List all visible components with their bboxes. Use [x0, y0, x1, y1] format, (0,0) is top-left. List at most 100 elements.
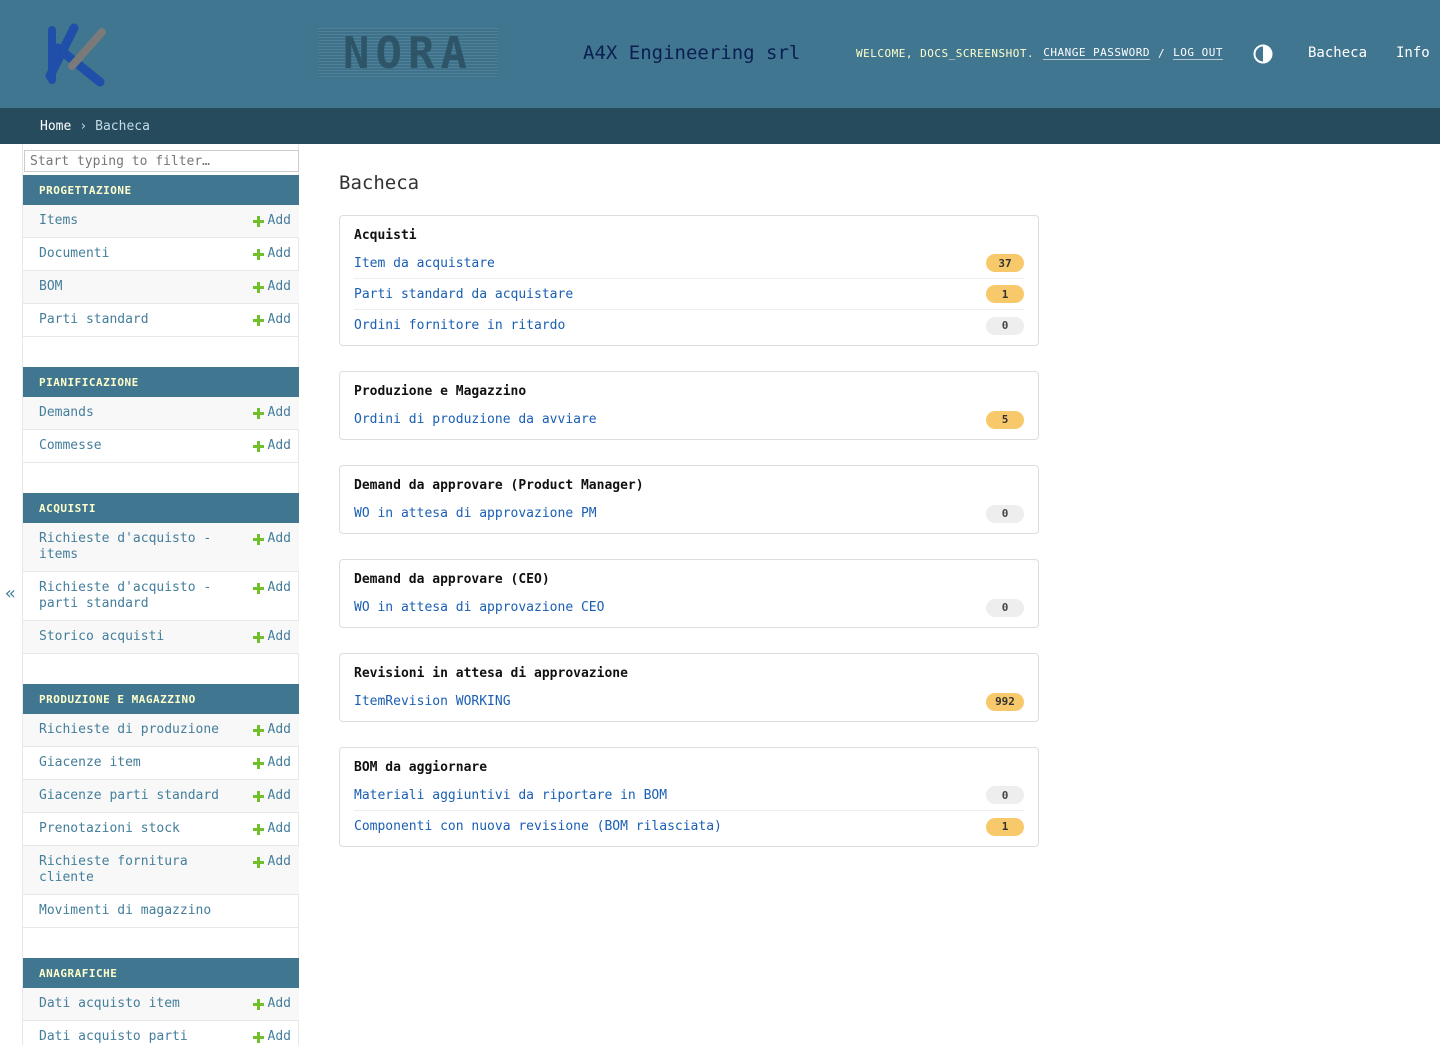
sidebar-item-parti-standard[interactable]: Parti standard Add	[23, 304, 299, 337]
sidebar-item-label[interactable]: Giacenze item	[39, 755, 141, 770]
welcome-text: WELCOME, DOCS_SCREENSHOT.	[856, 46, 1035, 60]
add-button[interactable]: Add	[252, 1029, 291, 1045]
add-label: Add	[267, 996, 291, 1011]
sidebar-item-prenotazioni-stock[interactable]: Prenotazioni stock Add	[23, 813, 299, 846]
plus-icon	[252, 631, 264, 643]
sidebar-item-richieste-acquisto-items[interactable]: Richieste d'acquisto - items Add	[23, 523, 299, 572]
module-title[interactable]: PIANIFICAZIONE	[23, 367, 299, 397]
theme-toggle-icon[interactable]	[1253, 44, 1273, 64]
dashboard-link[interactable]: WO in attesa di approvazione PM	[354, 506, 597, 521]
add-button[interactable]: Add	[252, 821, 291, 837]
nav-filter-input[interactable]	[24, 150, 299, 172]
add-button[interactable]: Add	[252, 246, 291, 262]
sidebar-item-label[interactable]: Richieste fornitura cliente	[39, 854, 188, 885]
module-title[interactable]: ANAGRAFICHE	[23, 958, 299, 988]
count-badge: 37	[986, 254, 1024, 272]
sidebar-item-label[interactable]: Parti standard	[39, 312, 149, 327]
sidebar-item-label[interactable]: Items	[39, 213, 78, 228]
nav-info[interactable]: Info	[1396, 45, 1430, 61]
dashboard-row[interactable]: WO in attesa di approvazione CEO 0	[354, 592, 1024, 623]
add-button[interactable]: Add	[252, 580, 291, 596]
module-title[interactable]: PROGETTAZIONE	[23, 175, 299, 205]
module-title[interactable]: PRODUZIONE E MAGAZZINO	[23, 684, 299, 714]
plus-icon	[252, 582, 264, 594]
dashboard-link[interactable]: Materiali aggiuntivi da riportare in BOM	[354, 788, 667, 803]
add-button[interactable]: Add	[252, 531, 291, 547]
sidebar-item-label[interactable]: Dati acquisto parti	[39, 1029, 188, 1044]
sidebar-item-storico-acquisti[interactable]: Storico acquisti Add	[23, 621, 299, 654]
collapse-sidebar-icon[interactable]: «	[5, 583, 16, 604]
sidebar-item-documenti[interactable]: Documenti Add	[23, 238, 299, 271]
dashboard-row[interactable]: Parti standard da acquistare 1	[354, 279, 1024, 310]
sidebar-item-bom[interactable]: BOM Add	[23, 271, 299, 304]
count-badge: 992	[986, 692, 1024, 711]
add-button[interactable]: Add	[252, 854, 291, 870]
add-button[interactable]: Add	[252, 279, 291, 295]
add-button[interactable]: Add	[252, 629, 291, 645]
dashboard-row[interactable]: WO in attesa di approvazione PM 0	[354, 498, 1024, 529]
count-badge: 0	[986, 504, 1024, 523]
plus-icon	[252, 248, 264, 260]
dashboard-link[interactable]: Parti standard da acquistare	[354, 287, 573, 302]
sidebar-item-label[interactable]: Demands	[39, 405, 94, 420]
dashboard-row[interactable]: ItemRevision WORKING 992	[354, 686, 1024, 717]
nav-bacheca[interactable]: Bacheca	[1308, 45, 1367, 61]
sidebar-item-label[interactable]: BOM	[39, 279, 62, 294]
sidebar-item-label[interactable]: Prenotazioni stock	[39, 821, 180, 836]
sidebar-item-dati-acquisto-parti[interactable]: Dati acquisto parti Add	[23, 1021, 299, 1045]
sidebar-item-giacenze-item[interactable]: Giacenze item Add	[23, 747, 299, 780]
sidebar-item-label[interactable]: Richieste d'acquisto - items	[39, 531, 211, 562]
dashboard-row[interactable]: Ordini di produzione da avviare 5	[354, 404, 1024, 435]
module-produzione-magazzino: PRODUZIONE E MAGAZZINO Richieste di prod…	[23, 684, 299, 928]
add-button[interactable]: Add	[252, 213, 291, 229]
dashboard-link[interactable]: ItemRevision WORKING	[354, 694, 511, 709]
add-button[interactable]: Add	[252, 312, 291, 328]
sidebar-item-richieste-acquisto-parti[interactable]: Richieste d'acquisto - parti standard Ad…	[23, 572, 299, 621]
dashboard-link[interactable]: WO in attesa di approvazione CEO	[354, 600, 604, 615]
add-button[interactable]: Add	[252, 722, 291, 738]
sidebar-item-movimenti-magazzino[interactable]: Movimenti di magazzino	[23, 895, 299, 928]
module-title[interactable]: ACQUISTI	[23, 493, 299, 523]
sidebar-item-label[interactable]: Documenti	[39, 246, 109, 261]
dashboard-link[interactable]: Ordini di produzione da avviare	[354, 412, 597, 427]
count-badge: 1	[986, 285, 1024, 303]
card-title: Acquisti	[354, 228, 417, 243]
change-password-link[interactable]: CHANGE PASSWORD	[1043, 46, 1151, 60]
add-label: Add	[267, 854, 291, 869]
sidebar-item-commesse[interactable]: Commesse Add	[23, 430, 299, 463]
sidebar-item-label[interactable]: Richieste d'acquisto - parti standard	[39, 580, 211, 611]
count-badge: 0	[986, 786, 1024, 804]
add-button[interactable]: Add	[252, 755, 291, 771]
sidebar-item-demands[interactable]: Demands Add	[23, 397, 299, 430]
a4x-logo[interactable]	[44, 20, 108, 88]
sidebar-item-richieste-fornitura[interactable]: Richieste fornitura cliente Add	[23, 846, 299, 895]
logout-link[interactable]: LOG OUT	[1173, 46, 1224, 60]
dashboard-link[interactable]: Ordini fornitore in ritardo	[354, 318, 565, 333]
dashboard-row[interactable]: Componenti con nuova revisione (BOM rila…	[354, 811, 1024, 842]
sidebar-item-richieste-produzione[interactable]: Richieste di produzione Add	[23, 714, 299, 747]
sidebar-item-dati-acquisto-item[interactable]: Dati acquisto item Add	[23, 988, 299, 1021]
plus-icon	[252, 440, 264, 452]
sidebar-item-label[interactable]: Giacenze parti standard	[39, 788, 219, 803]
sidebar-item-giacenze-parti[interactable]: Giacenze parti standard Add	[23, 780, 299, 813]
add-button[interactable]: Add	[252, 996, 291, 1012]
count-badge: 0	[986, 598, 1024, 617]
dashboard-row[interactable]: Item da acquistare 37	[354, 248, 1024, 279]
sidebar-item-label[interactable]: Storico acquisti	[39, 629, 164, 644]
sidebar-item-label[interactable]: Richieste di produzione	[39, 722, 219, 737]
sidebar-item-items[interactable]: Items Add	[23, 205, 299, 238]
dashboard-link[interactable]: Componenti con nuova revisione (BOM rila…	[354, 819, 722, 834]
add-button[interactable]: Add	[252, 405, 291, 421]
dashboard-link[interactable]: Item da acquistare	[354, 256, 495, 271]
add-button[interactable]: Add	[252, 438, 291, 454]
dashboard-row[interactable]: Ordini fornitore in ritardo 0	[354, 310, 1024, 341]
breadcrumb-home[interactable]: Home	[40, 119, 71, 134]
add-label: Add	[267, 755, 291, 770]
page-title: Bacheca	[339, 172, 420, 194]
sidebar-item-label[interactable]: Commesse	[39, 438, 102, 453]
sidebar-item-label[interactable]: Movimenti di magazzino	[39, 903, 211, 918]
add-label: Add	[267, 722, 291, 737]
dashboard-row[interactable]: Materiali aggiuntivi da riportare in BOM…	[354, 780, 1024, 811]
add-button[interactable]: Add	[252, 788, 291, 804]
sidebar-item-label[interactable]: Dati acquisto item	[39, 996, 180, 1011]
